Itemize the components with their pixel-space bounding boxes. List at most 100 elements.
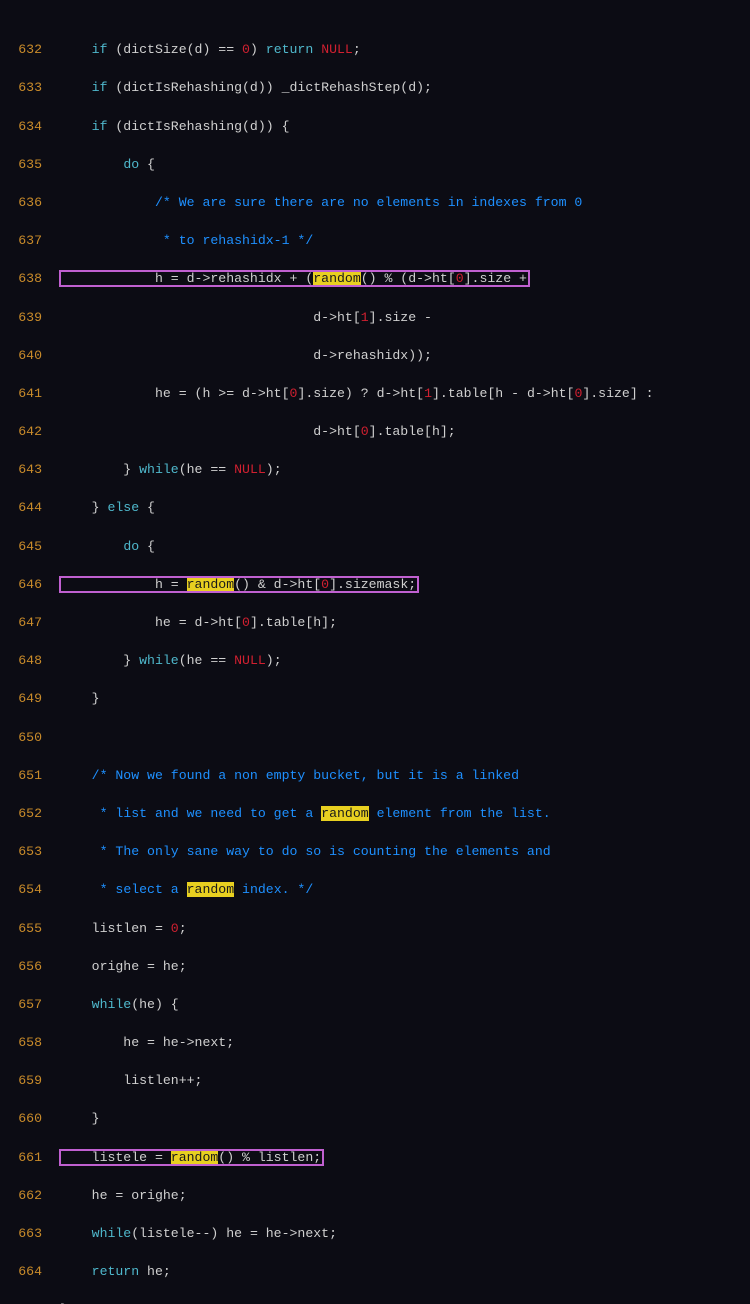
code-line: 665}: [0, 1300, 750, 1304]
code-line: 654 * select a random index. */: [0, 880, 750, 899]
line-number: 633: [0, 78, 60, 97]
code-content: d->ht[1].size -: [60, 308, 750, 327]
code-content: while(he) {: [60, 995, 750, 1014]
code-content: return he;: [60, 1262, 750, 1281]
line-number: 634: [0, 117, 60, 136]
code-content: }: [60, 1109, 750, 1128]
code-content: he = he->next;: [60, 1033, 750, 1052]
code-content: he = orighe;: [60, 1186, 750, 1205]
code-content: he = (h >= d->ht[0].size) ? d->ht[1].tab…: [60, 384, 750, 403]
code-content: listlen++;: [60, 1071, 750, 1090]
line-number: 632: [0, 40, 60, 59]
code-content: }: [60, 689, 750, 708]
code-line: 653 * The only sane way to do so is coun…: [0, 842, 750, 861]
code-content: h = random() & d->ht[0].sizemask;: [60, 575, 750, 594]
line-number: 650: [0, 728, 60, 747]
code-line: 649 }: [0, 689, 750, 708]
code-line: 640 d->rehashidx));: [0, 346, 750, 365]
line-number: 646: [0, 575, 60, 594]
code-line: 660 }: [0, 1109, 750, 1128]
code-content: } while(he == NULL);: [60, 651, 750, 670]
code-line: 656 orighe = he;: [0, 957, 750, 976]
line-number: 638: [0, 269, 60, 288]
code-content: * The only sane way to do so is counting…: [60, 842, 750, 861]
code-content: d->rehashidx));: [60, 346, 750, 365]
code-line: 645 do {: [0, 537, 750, 556]
code-line: 644 } else {: [0, 498, 750, 517]
code-content: h = d->rehashidx + (random() % (d->ht[0]…: [60, 269, 750, 288]
line-number: 664: [0, 1262, 60, 1281]
line-number: 637: [0, 231, 60, 250]
code-content: * list and we need to get a random eleme…: [60, 804, 750, 823]
line-number: 645: [0, 537, 60, 556]
code-content: do {: [60, 537, 750, 556]
line-number: 635: [0, 155, 60, 174]
line-number: 654: [0, 880, 60, 899]
highlight-box: h = random() & d->ht[0].sizemask;: [60, 577, 418, 592]
line-number: 665: [0, 1300, 60, 1304]
line-number: 644: [0, 498, 60, 517]
line-number: 636: [0, 193, 60, 212]
code-line: 652 * list and we need to get a random e…: [0, 804, 750, 823]
code-line: 643 } while(he == NULL);: [0, 460, 750, 479]
code-content: } while(he == NULL);: [60, 460, 750, 479]
code-line: 638 h = d->rehashidx + (random() % (d->h…: [0, 269, 750, 288]
code-line: 661 listele = random() % listlen;: [0, 1148, 750, 1167]
code-content: * select a random index. */: [60, 880, 750, 899]
search-highlight: random: [321, 806, 368, 821]
code-line: 639 d->ht[1].size -: [0, 308, 750, 327]
code-line: 637 * to rehashidx-1 */: [0, 231, 750, 250]
line-number: 651: [0, 766, 60, 785]
code-content: if (dictIsRehashing(d)) _dictRehashStep(…: [60, 78, 750, 97]
line-number: 649: [0, 689, 60, 708]
code-line: 646 h = random() & d->ht[0].sizemask;: [0, 575, 750, 594]
code-line: 663 while(listele--) he = he->next;: [0, 1224, 750, 1243]
highlight-box: h = d->rehashidx + (random() % (d->ht[0]…: [60, 271, 529, 286]
line-number: 659: [0, 1071, 60, 1090]
search-highlight: random: [171, 1150, 218, 1165]
code-content: d->ht[0].table[h];: [60, 422, 750, 441]
line-number: 660: [0, 1109, 60, 1128]
code-line: 662 he = orighe;: [0, 1186, 750, 1205]
highlight-box: listele = random() % listlen;: [60, 1150, 323, 1165]
code-line: 657 while(he) {: [0, 995, 750, 1014]
code-content: while(listele--) he = he->next;: [60, 1224, 750, 1243]
code-content: do {: [60, 155, 750, 174]
code-line: 632 if (dictSize(d) == 0) return NULL;: [0, 40, 750, 59]
code-line: 664 return he;: [0, 1262, 750, 1281]
code-line: 659 listlen++;: [0, 1071, 750, 1090]
line-number: 648: [0, 651, 60, 670]
code-content: if (dictSize(d) == 0) return NULL;: [60, 40, 750, 59]
line-number: 641: [0, 384, 60, 403]
search-highlight: random: [187, 882, 234, 897]
code-content: listlen = 0;: [60, 919, 750, 938]
line-number: 640: [0, 346, 60, 365]
code-content: }: [60, 1300, 750, 1304]
code-line: 648 } while(he == NULL);: [0, 651, 750, 670]
line-number: 647: [0, 613, 60, 632]
line-number: 643: [0, 460, 60, 479]
code-content: * to rehashidx-1 */: [60, 231, 750, 250]
code-content: he = d->ht[0].table[h];: [60, 613, 750, 632]
code-line: 642 d->ht[0].table[h];: [0, 422, 750, 441]
code-line: 650: [0, 728, 750, 747]
line-number: 662: [0, 1186, 60, 1205]
line-number: 652: [0, 804, 60, 823]
line-number: 639: [0, 308, 60, 327]
code-content: /* We are sure there are no elements in …: [60, 193, 750, 212]
code-line: 655 listlen = 0;: [0, 919, 750, 938]
code-content: [60, 728, 750, 747]
code-content: orighe = he;: [60, 957, 750, 976]
line-number: 658: [0, 1033, 60, 1052]
code-line: 636 /* We are sure there are no elements…: [0, 193, 750, 212]
code-line: 633 if (dictIsRehashing(d)) _dictRehashS…: [0, 78, 750, 97]
line-number: 655: [0, 919, 60, 938]
search-highlight: random: [313, 271, 360, 286]
code-block: 632 if (dictSize(d) == 0) return NULL; 6…: [0, 2, 750, 1304]
code-line: 634 if (dictIsRehashing(d)) {: [0, 117, 750, 136]
line-number: 661: [0, 1148, 60, 1167]
code-line: 635 do {: [0, 155, 750, 174]
code-line: 651 /* Now we found a non empty bucket, …: [0, 766, 750, 785]
code-line: 647 he = d->ht[0].table[h];: [0, 613, 750, 632]
code-content: listele = random() % listlen;: [60, 1148, 750, 1167]
